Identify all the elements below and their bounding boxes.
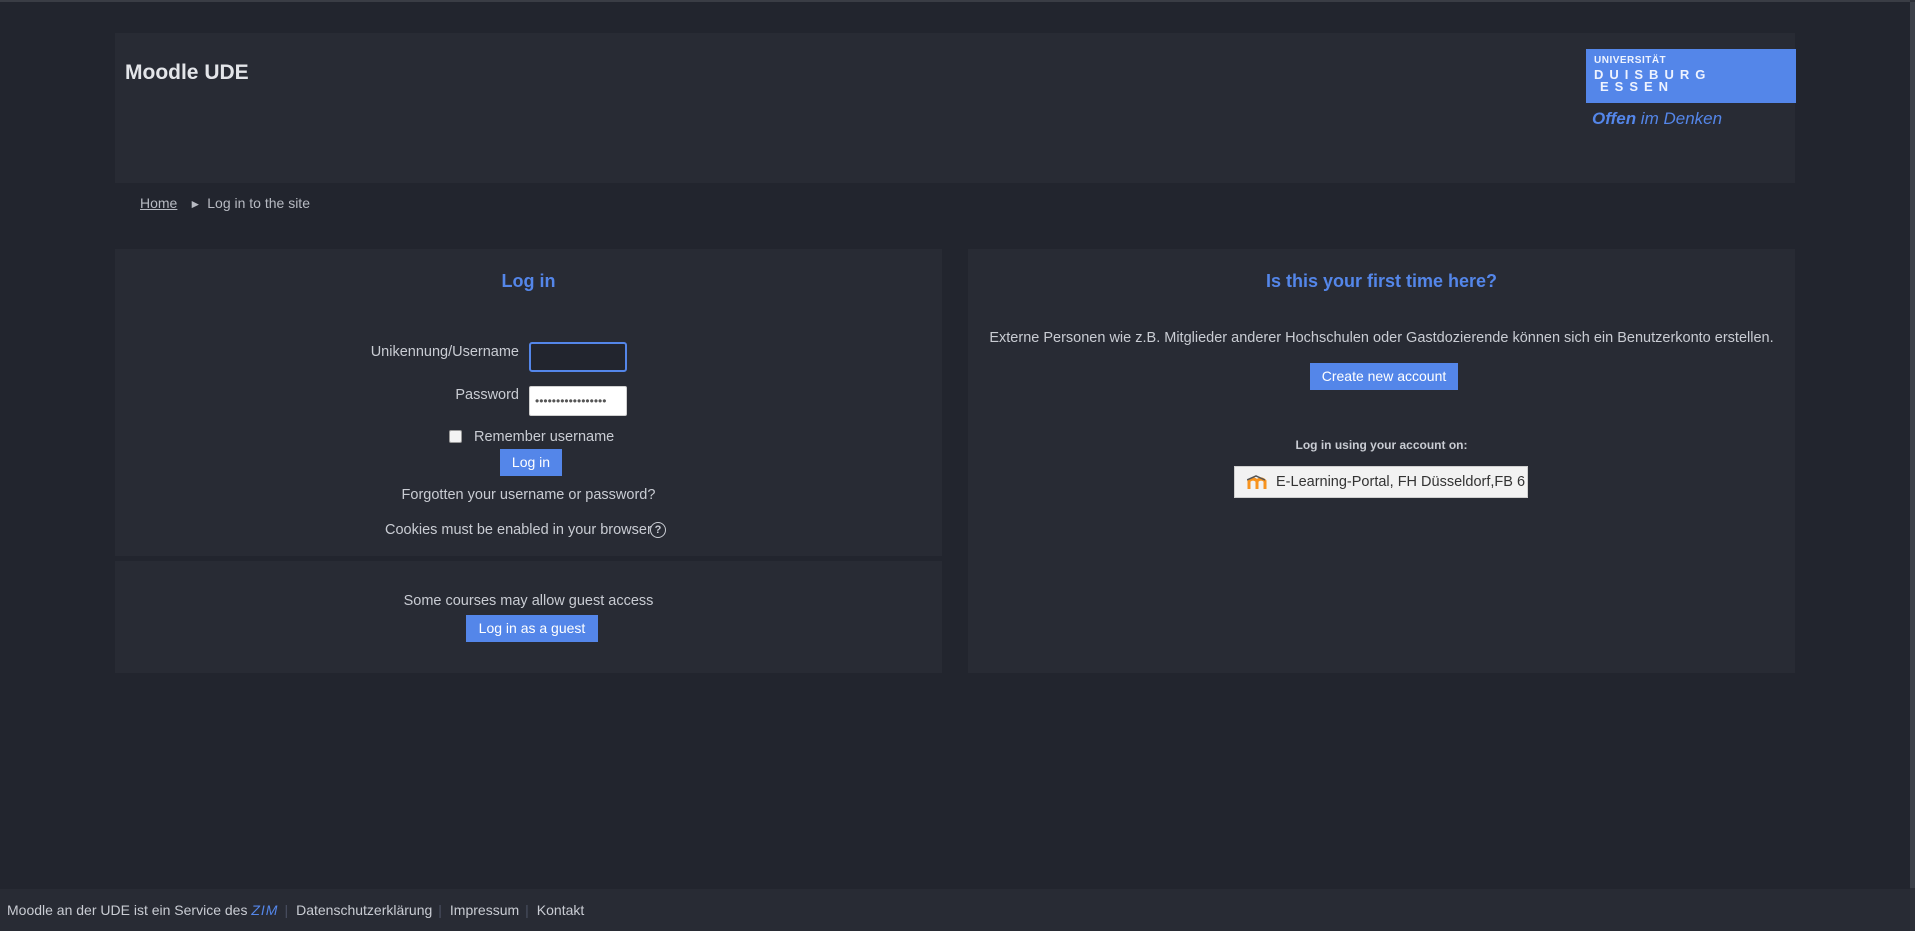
zim-logo-link[interactable]: ZIM — [251, 902, 278, 918]
login-panel: Log in Unikennung/Username Password ••••… — [115, 249, 942, 556]
signup-panel: Is this your first time here? Externe Pe… — [968, 249, 1795, 673]
footer-link-impressum[interactable]: Impressum — [450, 902, 519, 918]
idp-button-label: E-Learning-Portal, FH Düsseldorf,FB 6 — [1276, 474, 1526, 490]
remember-username-label[interactable]: Remember username — [474, 429, 614, 445]
footer-link-datenschutz[interactable]: Datenschutzerklärung — [296, 902, 432, 918]
scrollbar[interactable] — [1910, 0, 1915, 931]
footer-service-text: Moodle an der UDE ist ein Service des — [7, 902, 252, 918]
footer-separator: | — [525, 902, 529, 918]
login-button[interactable]: Log in — [500, 449, 562, 476]
logo-slogan-rest: im Denken — [1636, 109, 1723, 128]
footer-links: Moodle an der UDE ist ein Service des ZI… — [7, 902, 584, 918]
cookies-notice: Cookies must be enabled in your browser — [385, 522, 652, 538]
idp-login-button[interactable]: E-Learning-Portal, FH Düsseldorf,FB 6 — [1234, 466, 1528, 498]
logo-slogan: Offen im Denken — [1592, 109, 1722, 129]
remember-username-checkbox[interactable] — [449, 430, 462, 443]
moodle-icon — [1247, 475, 1267, 489]
window-top-border — [0, 0, 1915, 2]
username-input[interactable] — [529, 342, 627, 372]
site-title[interactable]: Moodle UDE — [125, 61, 249, 85]
footer-separator: | — [438, 902, 442, 918]
signup-title: Is this your first time here? — [1265, 271, 1498, 291]
breadcrumb-separator-icon: ► — [189, 197, 202, 211]
guest-login-button[interactable]: Log in as a guest — [466, 615, 598, 642]
university-logo[interactable]: UNIVERSITÄT DUISBURG ESSEN — [1586, 49, 1796, 103]
login-title: Log in — [501, 271, 556, 291]
password-input[interactable]: ••••••••••••••••• — [529, 386, 627, 416]
password-label: Password — [455, 387, 519, 403]
footer-separator: | — [284, 902, 289, 918]
logo-line-3: ESSEN — [1600, 79, 1675, 94]
forgot-password-link[interactable]: Forgotten your username or password? — [115, 487, 942, 503]
create-account-button[interactable]: Create new account — [1310, 363, 1458, 390]
guest-access-text: Some courses may allow guest access — [403, 593, 654, 609]
page-footer: Moodle an der UDE ist ein Service des ZI… — [0, 889, 1910, 931]
logo-line-1: UNIVERSITÄT — [1594, 55, 1667, 66]
guest-panel: Some courses may allow guest access Log … — [115, 561, 942, 673]
logo-slogan-bold: Offen — [1592, 109, 1637, 128]
footer-link-kontakt[interactable]: Kontakt — [537, 902, 584, 918]
breadcrumb: Home ► Log in to the site — [140, 195, 310, 211]
page-header: Moodle UDE UNIVERSITÄT DUISBURG ESSEN Of… — [115, 33, 1796, 183]
idp-heading: Log in using your account on: — [1295, 438, 1468, 452]
username-label: Unikennung/Username — [370, 344, 519, 360]
scrollbar-thumb[interactable] — [1910, 2, 1915, 888]
signup-description: Externe Personen wie z.B. Mitglieder and… — [989, 330, 1774, 346]
breadcrumb-current: Log in to the site — [207, 195, 310, 211]
breadcrumb-home-link[interactable]: Home — [140, 195, 177, 211]
help-icon[interactable]: ? — [650, 522, 666, 538]
